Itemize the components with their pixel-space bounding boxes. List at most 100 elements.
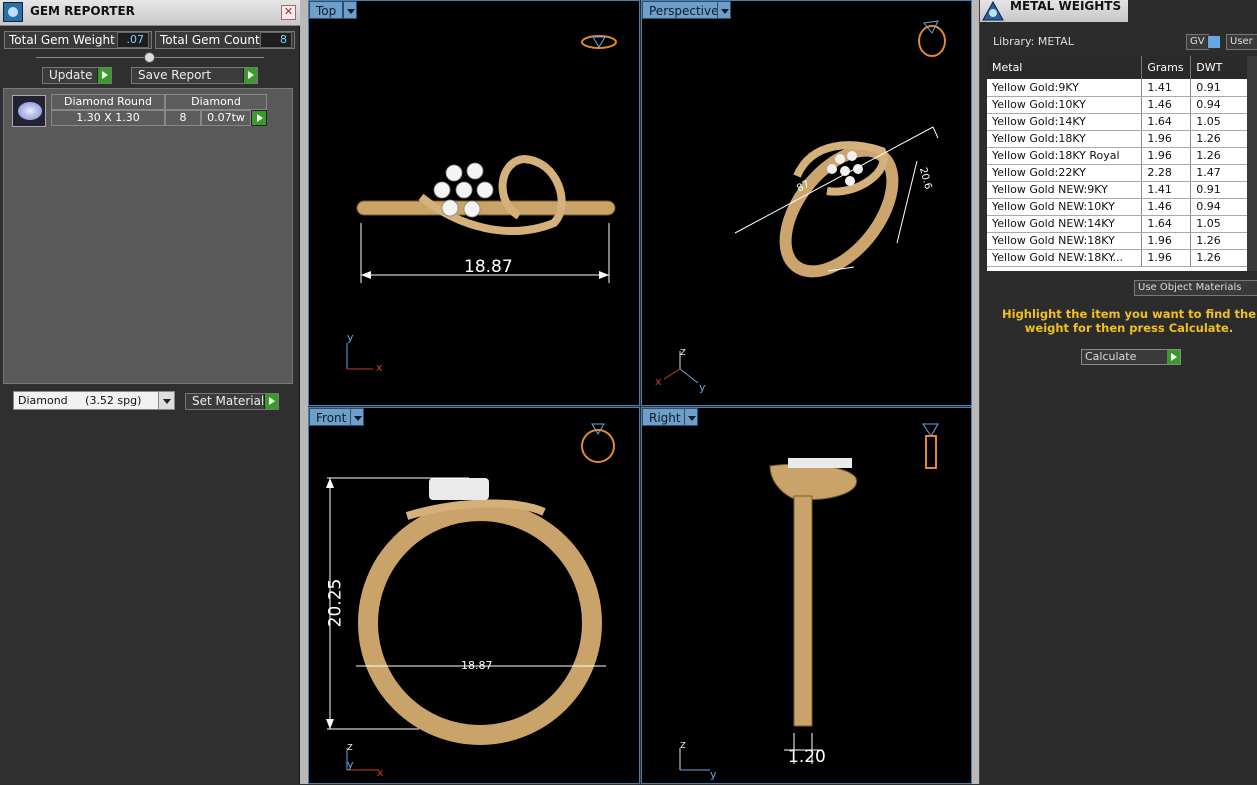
table-row[interactable]: Yellow Gold:10KY1.460.94 [987, 96, 1257, 113]
gem-weight-cell[interactable]: 0.07tw [201, 110, 251, 126]
top-view-drawing [309, 1, 641, 407]
viewport-perspective[interactable]: Perspective 87 20.6 z x y [641, 0, 972, 406]
dwt-cell: 1.26 [1191, 249, 1249, 266]
table-row[interactable]: Yellow Gold:18KY Royal1.961.26 [987, 147, 1257, 164]
dwt-cell: 0.94 [1191, 198, 1249, 215]
grams-cell: 1.64 [1142, 215, 1191, 232]
total-gem-weight-label: Total Gem Weight [9, 33, 115, 47]
table-row[interactable]: Yellow Gold:9KY1.410.91 [987, 79, 1257, 96]
table-row[interactable]: Yellow Gold:18KY1.961.26 [987, 130, 1257, 147]
material-select[interactable]: Diamond (3.52 spg) [13, 391, 175, 410]
info-icon[interactable] [1207, 35, 1221, 49]
viewport-top[interactable]: Top 18.87 y x [308, 0, 640, 406]
grams-cell: 1.41 [1142, 79, 1191, 96]
save-report-button[interactable]: Save Report [131, 67, 258, 84]
orientation-ring-icon [923, 424, 938, 468]
grams-cell: 1.64 [1142, 113, 1191, 130]
grams-cell: 1.96 [1142, 130, 1191, 147]
metal-name-cell: Yellow Gold NEW:14KY [987, 215, 1142, 232]
grams-cell: 1.46 [1142, 96, 1191, 113]
metal-weights-panel: METAL WEIGHTS Library: METAL GV User Met… [979, 0, 1257, 784]
update-button[interactable]: Update [42, 67, 112, 84]
dwt-cell: 0.91 [1191, 79, 1249, 96]
top-dimension-label: 18.87 [464, 257, 513, 277]
titlebar-gap [1128, 0, 1257, 22]
dwt-cell: 1.47 [1191, 164, 1249, 181]
play-icon [1167, 350, 1180, 364]
play-icon [97, 68, 111, 83]
right-dimension-label: 1.20 [788, 747, 826, 767]
set-material-button[interactable]: Set Material [185, 393, 279, 410]
viewport-right[interactable]: Right 1.20 z y [641, 407, 972, 784]
metal-name-cell: Yellow Gold:9KY [987, 79, 1142, 96]
metal-name-cell: Yellow Gold:22KY [987, 164, 1142, 181]
dwt-cell: 0.94 [1191, 96, 1249, 113]
metal-name-cell: Yellow Gold:18KY [987, 130, 1142, 147]
close-icon[interactable]: ✕ [281, 5, 296, 20]
play-icon [264, 394, 278, 409]
dwt-cell: 1.26 [1191, 147, 1249, 164]
orientation-ring-icon [919, 21, 945, 56]
metal-rows: Yellow Gold:9KY1.410.91Yellow Gold:10KY1… [987, 79, 1257, 266]
table-row[interactable]: Yellow Gold NEW:18KY1.961.26 [987, 232, 1257, 249]
column-header-metal[interactable]: Metal [987, 56, 1142, 79]
column-header-dwt[interactable]: DWT [1191, 56, 1249, 79]
axis-z-label: z [680, 738, 686, 751]
collapse-handle[interactable] [144, 52, 155, 63]
right-view-drawing [642, 408, 973, 785]
table-row[interactable]: Yellow Gold NEW:14KY1.641.05 [987, 215, 1257, 232]
gem-size-cell[interactable]: 1.30 X 1.30 [51, 110, 165, 126]
dwt-cell: 1.26 [1191, 130, 1249, 147]
metal-name-cell: Yellow Gold NEW:10KY [987, 198, 1142, 215]
gem-count-cell[interactable]: 8 [165, 110, 201, 126]
axis-y-label: y [710, 768, 717, 781]
front-view-drawing [309, 408, 641, 785]
table-scrollbar[interactable] [1247, 56, 1257, 271]
gem-reporter-titlebar: GEM REPORTER ✕ [0, 0, 300, 26]
metal-name-cell: Yellow Gold NEW:18KY [987, 232, 1142, 249]
splitter-left[interactable] [300, 0, 308, 784]
column-header-grams[interactable]: Grams [1142, 56, 1191, 79]
gem-row-play-button[interactable] [251, 110, 267, 126]
perspective-view-drawing [642, 1, 973, 407]
axis-x-label: x [377, 766, 384, 779]
axis-y-label: y [699, 381, 706, 394]
grams-cell: 1.96 [1142, 232, 1191, 249]
gem-shape-cell[interactable]: Diamond Round [51, 94, 165, 110]
library-label: Library: METAL [993, 35, 1074, 48]
chevron-down-icon [158, 392, 174, 409]
table-row[interactable]: Yellow Gold NEW:18KY...1.961.26 [987, 249, 1257, 266]
axis-y-label: y [347, 331, 354, 344]
calculate-hint-text: Highlight the item you want to find the … [1000, 307, 1257, 335]
metal-name-cell: Yellow Gold:14KY [987, 113, 1142, 130]
set-material-label: Set Material [192, 394, 264, 408]
gem-material-cell[interactable]: Diamond [165, 94, 267, 110]
gem-reporter-panel: GEM REPORTER ✕ Total Gem Weight .07 Tota… [0, 0, 300, 784]
gv-toggle[interactable]: GV [1186, 34, 1209, 50]
use-object-materials-button[interactable]: Use Object Materials [1134, 280, 1257, 296]
total-gem-count-value: 8 [260, 32, 292, 48]
axis-y-label: y [347, 758, 354, 771]
material-select-value: Diamond (3.52 spg) [18, 394, 141, 407]
table-row[interactable]: Yellow Gold:14KY1.641.05 [987, 113, 1257, 130]
metal-name-cell: Yellow Gold:18KY Royal [987, 147, 1142, 164]
front-height-dimension: 20.25 [325, 579, 345, 628]
metal-name-cell: Yellow Gold NEW:18KY... [987, 249, 1142, 266]
calculate-button[interactable]: Calculate [1081, 349, 1181, 365]
viewport-front[interactable]: Front 20.25 18.87 z y x [308, 407, 640, 784]
diamond-round-icon [12, 95, 46, 127]
table-row[interactable]: Yellow Gold:22KY2.281.47 [987, 164, 1257, 181]
save-report-label: Save Report [138, 68, 211, 82]
table-header-row: Metal Grams DWT [987, 56, 1257, 79]
metal-weights-title: METAL WEIGHTS [1010, 0, 1121, 13]
table-row[interactable]: Yellow Gold NEW:9KY1.410.91 [987, 181, 1257, 198]
calculate-label: Calculate [1085, 350, 1136, 363]
gv-label: GV [1190, 36, 1205, 47]
play-icon [257, 114, 263, 122]
dwt-cell: 1.05 [1191, 113, 1249, 130]
user-toggle[interactable]: User [1226, 34, 1257, 50]
metal-table-container: Metal Grams DWT Yellow Gold:9KY1.410.91Y… [987, 56, 1257, 271]
user-label: User [1230, 36, 1253, 47]
play-icon [243, 68, 257, 83]
table-row[interactable]: Yellow Gold NEW:10KY1.460.94 [987, 198, 1257, 215]
